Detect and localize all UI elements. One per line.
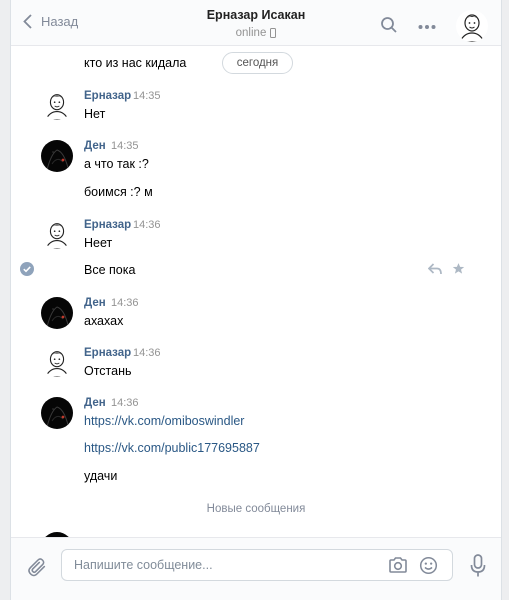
chat-header: Назад Ерназар Исакан online xyxy=(11,0,501,46)
message-history[interactable]: кто из нас кидала сегодня Ерназар 14:35 … xyxy=(11,47,501,537)
message-input[interactable] xyxy=(74,550,374,580)
search-icon[interactable] xyxy=(380,16,398,37)
message-time[interactable]: 14:36 xyxy=(111,297,139,309)
camera-icon[interactable] xyxy=(388,556,408,574)
message-text: удачи xyxy=(84,469,118,483)
author-name[interactable]: Ден xyxy=(84,140,106,152)
message-text: Все пока xyxy=(84,263,136,277)
author-avatar[interactable] xyxy=(41,297,73,329)
paperclip-icon[interactable] xyxy=(26,556,48,578)
chat-window: Назад Ерназар Исакан online кто из нас к… xyxy=(10,0,502,600)
message-text: ахахах xyxy=(84,314,124,328)
author-avatar[interactable] xyxy=(41,397,73,429)
reply-icon[interactable] xyxy=(428,263,442,275)
header-actions xyxy=(380,10,488,42)
message-time[interactable]: 14:36 xyxy=(133,219,161,231)
message-time[interactable]: 14:36 xyxy=(133,347,161,359)
message-link[interactable]: https://vk.com/public177695887 xyxy=(84,441,260,455)
more-icon[interactable] xyxy=(418,19,436,33)
author-name[interactable]: Ерназар xyxy=(84,90,131,102)
message-time[interactable]: 14:35 xyxy=(111,140,139,152)
peer-avatar[interactable] xyxy=(456,10,488,42)
author-avatar[interactable] xyxy=(41,140,73,172)
star-icon[interactable] xyxy=(452,262,465,275)
author-name[interactable]: Ден xyxy=(84,397,106,409)
message-text: боимся :? м xyxy=(84,185,153,199)
message-row-selected[interactable]: Все пока xyxy=(11,261,501,279)
check-circle-icon[interactable] xyxy=(20,262,34,276)
message-link[interactable]: https://vk.com/omiboswindler xyxy=(84,414,244,428)
smile-icon[interactable] xyxy=(419,556,438,575)
message-text: а что так :? xyxy=(84,157,149,171)
author-name[interactable]: Ден xyxy=(84,297,106,309)
new-messages-divider: Новые сообщения xyxy=(206,503,306,515)
message-time[interactable]: 14:35 xyxy=(133,90,161,102)
author-avatar[interactable] xyxy=(42,90,72,120)
message-time[interactable]: 14:36 xyxy=(111,397,139,409)
author-avatar[interactable] xyxy=(42,219,72,249)
message-text: Неет xyxy=(84,236,113,250)
message-input-box[interactable] xyxy=(61,549,453,581)
microphone-icon[interactable] xyxy=(470,554,486,578)
author-name[interactable]: Ерназар xyxy=(84,347,131,359)
message-text: Нет xyxy=(84,107,106,121)
author-avatar[interactable] xyxy=(42,347,72,377)
date-divider: сегодня xyxy=(222,52,293,74)
status-text: online xyxy=(235,27,267,39)
message-text: кто из нас кидала xyxy=(84,56,187,70)
author-name[interactable]: Ерназар xyxy=(84,219,131,231)
message-composer xyxy=(11,537,501,600)
mobile-phone-icon xyxy=(270,28,277,38)
message-text: Отстань xyxy=(84,364,132,378)
